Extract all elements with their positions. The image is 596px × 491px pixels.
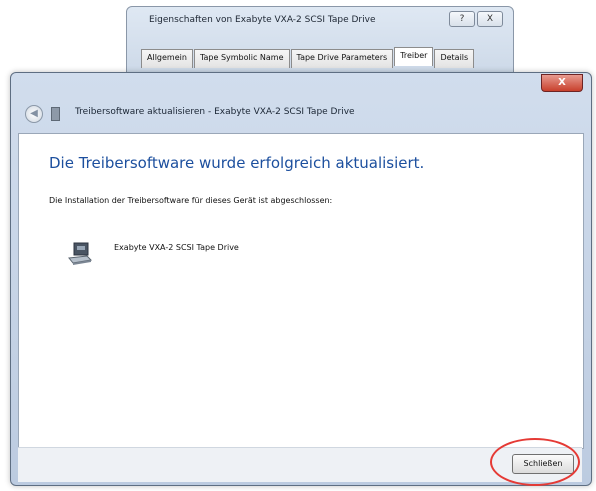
tab-details[interactable]: Details (434, 49, 475, 68)
tab-tape-drive-parameters[interactable]: Tape Drive Parameters (290, 49, 394, 68)
highlight-circle (490, 438, 580, 486)
success-heading: Die Treibersoftware wurde erfolgreich ak… (49, 154, 425, 172)
dialog-close-button[interactable]: X (541, 74, 583, 92)
tab-tape-symbolic-name[interactable]: Tape Symbolic Name (193, 49, 290, 68)
help-button[interactable]: ? (449, 11, 475, 27)
tab-treiber[interactable]: Treiber (394, 47, 434, 66)
tab-allgemein[interactable]: Allgemein (141, 49, 193, 68)
install-description: Die Installation der Treibersoftware für… (49, 196, 333, 205)
properties-close-button[interactable]: X (477, 11, 503, 27)
device-small-icon (51, 107, 60, 121)
properties-window-controls: ? X (449, 11, 503, 27)
back-arrow-icon[interactable]: ◀ (25, 105, 43, 123)
dialog-title: Treibersoftware aktualisieren - Exabyte … (75, 107, 355, 117)
dialog-content: Die Treibersoftware wurde erfolgreich ak… (18, 133, 584, 449)
properties-tabs: Allgemein Tape Symbolic Name Tape Drive … (141, 47, 475, 68)
dialog-header: ◀ Treibersoftware aktualisieren - Exabyt… (17, 95, 583, 131)
driver-update-dialog: X ◀ Treibersoftware aktualisieren - Exab… (10, 72, 592, 486)
properties-window-title: Eigenschaften von Exabyte VXA-2 SCSI Tap… (149, 15, 376, 25)
device-name: Exabyte VXA-2 SCSI Tape Drive (114, 243, 239, 252)
tape-drive-icon (68, 242, 93, 265)
